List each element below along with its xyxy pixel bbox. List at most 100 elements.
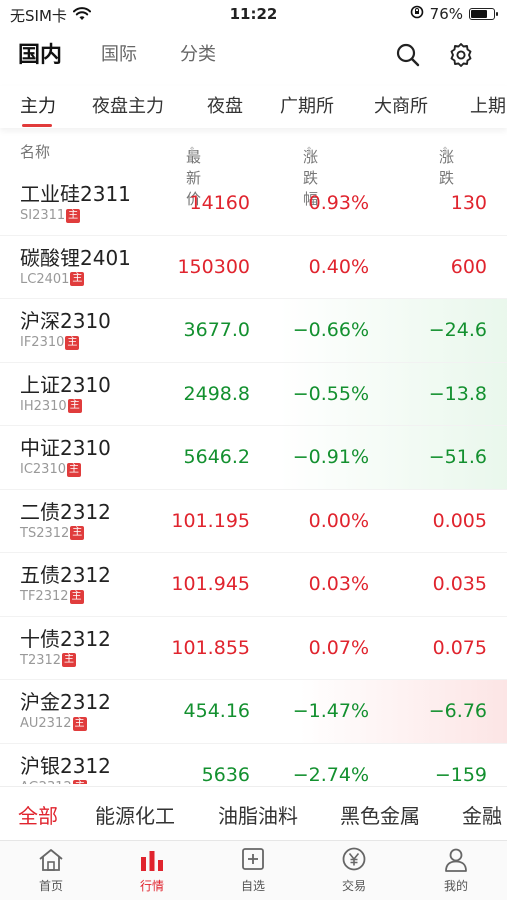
- battery-percent: 76%: [429, 5, 463, 23]
- status-bar: 无SIM卡 11:22 76%: [0, 0, 507, 30]
- change-percent: 0.93%: [308, 192, 369, 214]
- change-value: −51.6: [428, 446, 487, 468]
- tab-international[interactable]: 国际: [101, 40, 137, 66]
- quote-row[interactable]: 十债2312 T2312 主 101.855 0.07% 0.075: [0, 617, 507, 680]
- quote-row[interactable]: 沪银2312 AG2312主 5636 −2.74% −159: [0, 744, 507, 785]
- change-value: 0.075: [432, 636, 487, 659]
- settings-gear-icon[interactable]: [448, 42, 474, 68]
- top-nav: 国内 国际 分类: [0, 32, 507, 76]
- last-price: 454.16: [183, 700, 250, 722]
- quote-row[interactable]: 五债2312 TF2312 主 101.945 0.03% 0.035: [0, 553, 507, 617]
- main-contract-badge: 主: [66, 208, 81, 223]
- contract-code: IH2310 主: [20, 398, 82, 414]
- change-value: 130: [450, 192, 487, 214]
- tab-night-main[interactable]: 夜盘主力: [92, 92, 164, 118]
- quote-row[interactable]: 二债2312 TS2312 主 101.195 0.00% 0.005: [0, 490, 507, 553]
- last-price: 150300: [177, 255, 250, 278]
- contract-name: 上证2310: [20, 372, 111, 397]
- contract-name: 工业硅2311: [20, 182, 131, 206]
- contract-name: 二债2312: [20, 499, 111, 524]
- add-watchlist-icon: [242, 848, 264, 870]
- change-percent: −2.74%: [292, 763, 369, 785]
- contract-name: 沪银2312: [20, 753, 111, 778]
- last-price: 101.945: [171, 573, 250, 595]
- tabbar-market[interactable]: 行情: [122, 847, 182, 894]
- search-icon[interactable]: [395, 42, 421, 68]
- bottom-tab-bar: 首页 行情 自选 交易 我的: [0, 840, 507, 900]
- quote-row[interactable]: 上证2310 IH2310 主 2498.8 −0.55% −13.8: [0, 362, 507, 426]
- tabbar-profile[interactable]: 我的: [426, 847, 486, 894]
- quote-row[interactable]: 沪金2312 AU2312 主 454.16 −1.47% −6.76: [0, 680, 507, 744]
- last-price: 14160: [189, 192, 250, 214]
- tab-shfe[interactable]: 上期: [470, 92, 506, 118]
- contract-name: 沪金2312: [20, 690, 111, 714]
- change-percent: 0.03%: [308, 573, 369, 595]
- contract-name: 沪深2310: [20, 309, 111, 333]
- main-contract-badge: 主: [72, 716, 87, 731]
- change-value: −6.76: [428, 700, 487, 722]
- tab-domestic[interactable]: 国内: [18, 37, 62, 69]
- last-price: 3677.0: [183, 319, 250, 341]
- tabbar-trade[interactable]: 交易: [324, 847, 384, 894]
- contract-name: 中证2310: [20, 436, 111, 460]
- change-value: 600: [450, 255, 487, 278]
- change-value: 0.005: [432, 509, 487, 532]
- market-bars-icon: [141, 851, 163, 871]
- contract-code: TS2312 主: [20, 525, 85, 541]
- sort-icon: ⇕: [188, 146, 197, 157]
- contract-code: SI2311 主: [20, 208, 81, 223]
- last-price: 2498.8: [183, 382, 250, 405]
- change-percent: 0.40%: [308, 255, 369, 278]
- tab-gfex[interactable]: 广期所: [280, 92, 334, 118]
- home-icon: [39, 849, 63, 871]
- contract-name: 五债2312: [20, 563, 111, 587]
- quote-row[interactable]: 碳酸锂2401 LC2401 主 150300 0.40% 600: [0, 236, 507, 299]
- main-contract-badge: 主: [70, 272, 85, 286]
- exchange-tabs: 主力 夜盘主力 夜盘 广期所 大商所 上期: [0, 86, 507, 128]
- change-percent: −0.66%: [292, 319, 369, 341]
- header-name: 名称: [20, 143, 51, 161]
- main-contract-badge: 主: [62, 653, 77, 667]
- quote-row[interactable]: 沪深2310 IF2310 主 3677.0 −0.66% −24.6: [0, 299, 507, 363]
- tab-night-session[interactable]: 夜盘: [207, 92, 243, 118]
- quote-list[interactable]: 工业硅2311 SI2311 主 14160 0.93% 130 碳酸锂2401 LC2401…: [0, 172, 507, 784]
- main-contract-badge: 主: [67, 399, 82, 413]
- main-contract-badge: 主: [67, 462, 81, 477]
- main-contract-badge: 主: [69, 589, 84, 604]
- change-value: 0.035: [432, 573, 487, 595]
- main-contract-badge: 主: [70, 526, 85, 540]
- last-price: 101.855: [171, 636, 250, 659]
- contract-name: 十债2312: [20, 626, 111, 651]
- contract-code: T2312 主: [20, 652, 77, 668]
- sector-tab-oils[interactable]: 油脂油料: [218, 800, 298, 829]
- contract-code: AU2312 主: [20, 716, 87, 731]
- contract-name: 碳酸锂2401: [20, 245, 131, 270]
- tab-main-contracts[interactable]: 主力: [20, 92, 56, 118]
- yen-trade-icon: [342, 847, 366, 871]
- main-contract-badge: 主: [72, 780, 87, 784]
- tab-dce[interactable]: 大商所: [374, 92, 428, 118]
- sector-tab-energy-chemical[interactable]: 能源化工: [95, 800, 175, 829]
- quote-row[interactable]: 中证2310 IC2310 主 5646.2 −0.91% −51.6: [0, 426, 507, 490]
- change-percent: −1.47%: [292, 700, 369, 722]
- tabbar-home[interactable]: 首页: [21, 847, 81, 894]
- sector-tab-financial[interactable]: 金融: [462, 800, 502, 829]
- sector-tab-all[interactable]: 全部: [18, 800, 58, 829]
- quote-row[interactable]: 工业硅2311 SI2311 主 14160 0.93% 130: [0, 172, 507, 236]
- change-percent: 0.00%: [308, 509, 369, 532]
- contract-code: IF2310 主: [20, 335, 80, 350]
- change-value: −13.8: [428, 382, 487, 405]
- sector-tabs: 全部 能源化工 油脂油料 黑色金属 金融: [0, 786, 507, 840]
- sort-icon: ⇕: [441, 146, 450, 157]
- contract-code: TF2312 主: [20, 589, 84, 604]
- change-percent: −0.91%: [292, 446, 369, 468]
- contract-code: LC2401 主: [20, 271, 85, 287]
- rotation-lock-icon: [410, 5, 424, 23]
- change-value: −159: [434, 763, 487, 785]
- contract-code: IC2310 主: [20, 462, 81, 477]
- battery-icon: [469, 8, 498, 20]
- tab-categories[interactable]: 分类: [180, 40, 216, 66]
- sector-tab-ferrous[interactable]: 黑色金属: [340, 800, 420, 829]
- contract-code: AG2312主: [20, 780, 87, 784]
- tabbar-watchlist[interactable]: 自选: [223, 847, 283, 894]
